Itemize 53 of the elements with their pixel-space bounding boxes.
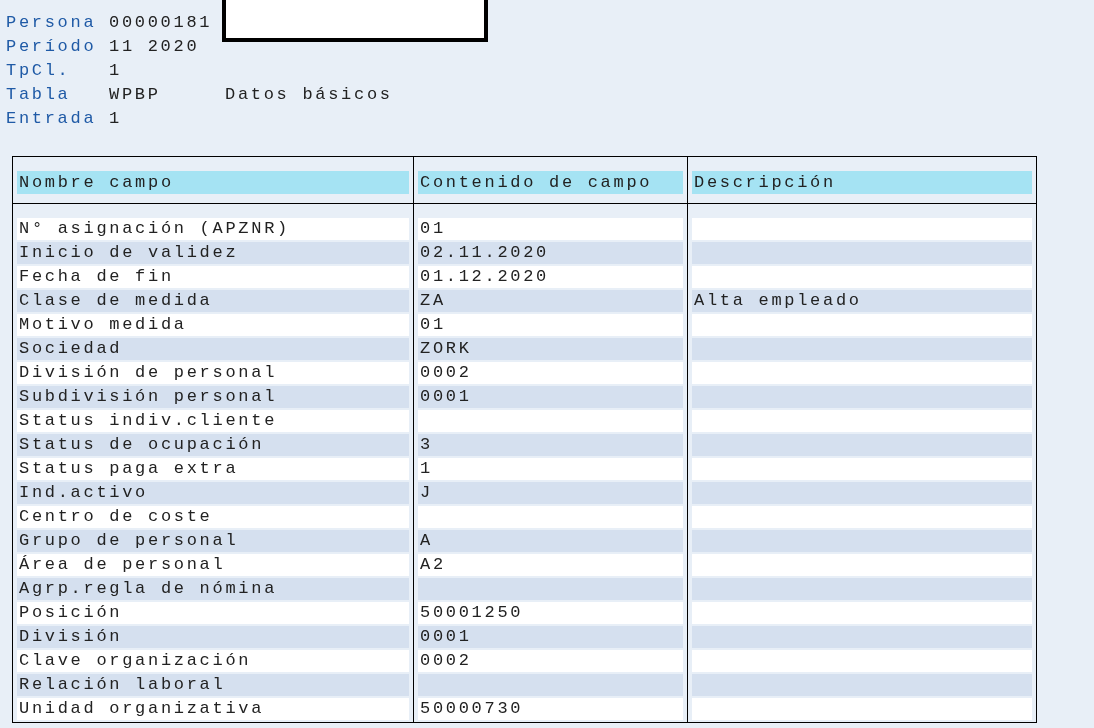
table-cell: 0001 xyxy=(418,626,683,648)
table-cell: ZA xyxy=(418,290,683,312)
table-cell: A2 xyxy=(418,554,683,576)
column-header: Nombre campo xyxy=(17,171,409,194)
table-cell: Agrp.regla de nómina xyxy=(17,578,409,600)
table-cell: Grupo de personal xyxy=(17,530,409,552)
field-value: 1 xyxy=(109,108,123,128)
table-cell: 0002 xyxy=(418,650,683,672)
table-cell: 3 xyxy=(418,434,683,456)
table-cell: Status de ocupación xyxy=(17,434,409,456)
table-cell: Sociedad xyxy=(17,338,409,360)
table-cell: Relación laboral xyxy=(17,674,409,696)
table-cell: Status indiv.cliente xyxy=(17,410,409,432)
field-description: Datos básicos xyxy=(225,84,393,104)
field-label: TpCl. xyxy=(6,60,72,80)
table-cell: División de personal xyxy=(17,362,409,384)
field-label: Período xyxy=(6,36,98,56)
table-cell: 0001 xyxy=(418,386,683,408)
table-cell: 50000730 xyxy=(418,698,683,720)
table-cell: Subdivisión personal xyxy=(17,386,409,408)
table-cell: Fecha de fin xyxy=(17,266,409,288)
table-cell: J xyxy=(418,482,683,504)
table-cell: Inicio de validez xyxy=(17,242,409,264)
table-cell: Ind.activo xyxy=(17,482,409,504)
table-cell: 0002 xyxy=(418,362,683,384)
column-header: Descripción xyxy=(692,171,1032,194)
column-header: Contenido de campo xyxy=(418,171,683,194)
table-cell: N° asignación (APZNR) xyxy=(17,218,409,240)
table-cell: 50001250 xyxy=(418,602,683,624)
table-cell: Status paga extra xyxy=(17,458,409,480)
table-cell: 01 xyxy=(418,218,683,240)
table-cell: 1 xyxy=(418,458,683,480)
table-cell: Unidad organizativa xyxy=(17,698,409,720)
field-value: 11 2020 xyxy=(109,36,201,56)
table-cell: Centro de coste xyxy=(17,506,409,528)
field-value: 00000181 xyxy=(109,12,214,32)
table-cell: ZORK xyxy=(418,338,683,360)
field-label: Entrada xyxy=(6,108,98,128)
field-label: Tabla xyxy=(6,84,72,104)
field-value: 1 xyxy=(109,60,123,80)
table-cell: 01.12.2020 xyxy=(418,266,683,288)
table-cell: Motivo medida xyxy=(17,314,409,336)
table-cell: Clave organización xyxy=(17,650,409,672)
table-cell: Área de personal xyxy=(17,554,409,576)
table-cell: División xyxy=(17,626,409,648)
table-cell: Alta empleado xyxy=(692,290,1032,312)
table-cell: Clase de medida xyxy=(17,290,409,312)
table-cell: 02.11.2020 xyxy=(418,242,683,264)
table-cell: 01 xyxy=(418,314,683,336)
field-value: WPBP xyxy=(109,84,162,104)
field-label: Persona xyxy=(6,12,98,32)
table-cell: Posición xyxy=(17,602,409,624)
table-cell: A xyxy=(418,530,683,552)
